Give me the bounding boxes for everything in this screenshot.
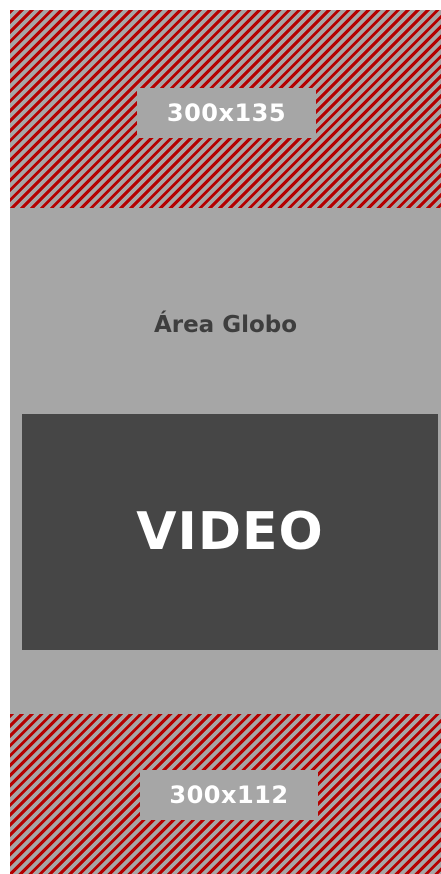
ad-slot-top[interactable]: 300x135 xyxy=(10,10,441,208)
ad-slot-bottom[interactable]: 300x112 xyxy=(10,714,441,874)
area-title: Área Globo xyxy=(153,312,298,338)
video-label: VIDEO xyxy=(136,502,324,562)
ad-size-label-bottom: 300x112 xyxy=(140,770,318,820)
page-container: 300x135 Área Globo VIDEO 300x112 xyxy=(10,10,441,874)
ad-size-label-top: 300x135 xyxy=(137,88,316,138)
video-player[interactable]: VIDEO xyxy=(22,414,438,650)
